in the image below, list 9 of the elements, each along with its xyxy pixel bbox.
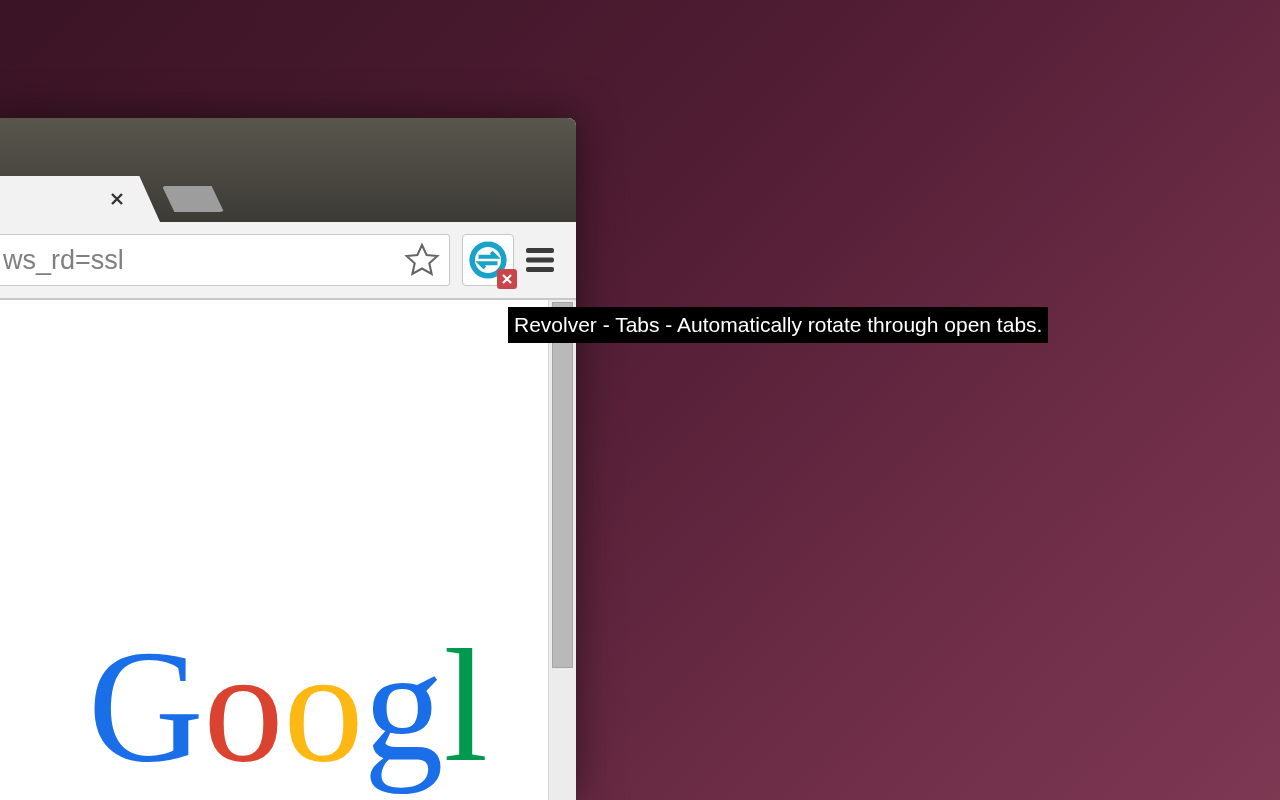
extension-button[interactable]: [462, 234, 514, 286]
logo-text: Googl: [88, 616, 488, 797]
tooltip: Revolver - Tabs - Automatically rotate through open tabs.: [508, 307, 1049, 343]
menu-icon[interactable]: [526, 247, 554, 273]
address-field[interactable]: ws_rd=ssl: [0, 234, 450, 286]
url-text: ws_rd=ssl: [2, 243, 125, 277]
bookmark-star-icon[interactable]: [403, 241, 441, 279]
rotate-arrows-icon: [469, 241, 507, 279]
close-icon[interactable]: [110, 192, 124, 206]
